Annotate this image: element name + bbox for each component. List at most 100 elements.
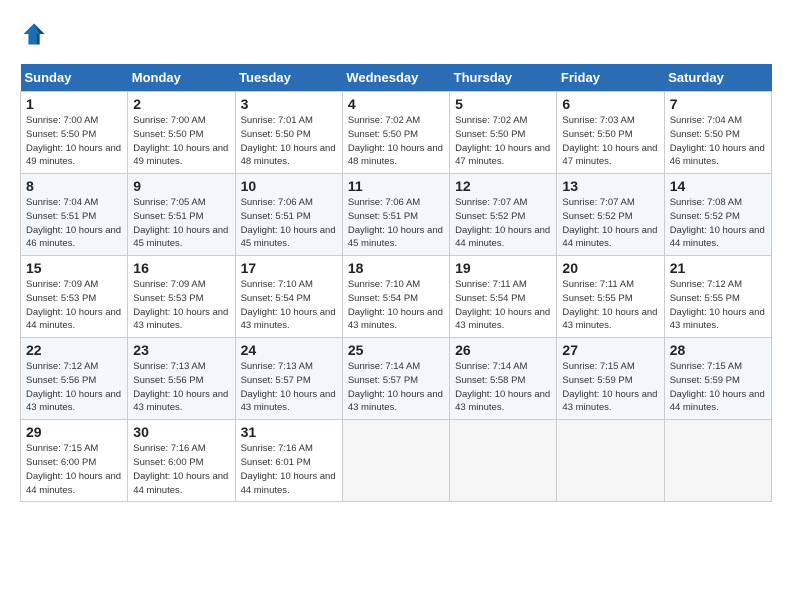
day-info: Sunrise: 7:04 AM Sunset: 5:51 PM Dayligh… — [26, 196, 122, 251]
table-row: 19 Sunrise: 7:11 AM Sunset: 5:54 PM Dayl… — [450, 256, 557, 338]
day-number: 2 — [133, 96, 229, 112]
day-info: Sunrise: 7:07 AM Sunset: 5:52 PM Dayligh… — [562, 196, 658, 251]
table-row: 26 Sunrise: 7:14 AM Sunset: 5:58 PM Dayl… — [450, 338, 557, 420]
table-row: 13 Sunrise: 7:07 AM Sunset: 5:52 PM Dayl… — [557, 174, 664, 256]
day-info: Sunrise: 7:06 AM Sunset: 5:51 PM Dayligh… — [241, 196, 337, 251]
table-row: 8 Sunrise: 7:04 AM Sunset: 5:51 PM Dayli… — [21, 174, 128, 256]
table-row: 14 Sunrise: 7:08 AM Sunset: 5:52 PM Dayl… — [664, 174, 771, 256]
table-row: 25 Sunrise: 7:14 AM Sunset: 5:57 PM Dayl… — [342, 338, 449, 420]
table-row: 4 Sunrise: 7:02 AM Sunset: 5:50 PM Dayli… — [342, 92, 449, 174]
day-number: 22 — [26, 342, 122, 358]
day-number: 15 — [26, 260, 122, 276]
table-row: 30 Sunrise: 7:16 AM Sunset: 6:00 PM Dayl… — [128, 420, 235, 502]
day-number: 10 — [241, 178, 337, 194]
day-info: Sunrise: 7:08 AM Sunset: 5:52 PM Dayligh… — [670, 196, 766, 251]
table-row: 22 Sunrise: 7:12 AM Sunset: 5:56 PM Dayl… — [21, 338, 128, 420]
header-wednesday: Wednesday — [342, 64, 449, 92]
table-row: 16 Sunrise: 7:09 AM Sunset: 5:53 PM Dayl… — [128, 256, 235, 338]
day-number: 14 — [670, 178, 766, 194]
day-info: Sunrise: 7:00 AM Sunset: 5:50 PM Dayligh… — [133, 114, 229, 169]
table-row — [342, 420, 449, 502]
day-info: Sunrise: 7:15 AM Sunset: 5:59 PM Dayligh… — [562, 360, 658, 415]
day-number: 7 — [670, 96, 766, 112]
day-number: 26 — [455, 342, 551, 358]
day-number: 30 — [133, 424, 229, 440]
table-row: 9 Sunrise: 7:05 AM Sunset: 5:51 PM Dayli… — [128, 174, 235, 256]
day-info: Sunrise: 7:15 AM Sunset: 6:00 PM Dayligh… — [26, 442, 122, 497]
day-info: Sunrise: 7:13 AM Sunset: 5:57 PM Dayligh… — [241, 360, 337, 415]
table-row: 31 Sunrise: 7:16 AM Sunset: 6:01 PM Dayl… — [235, 420, 342, 502]
day-info: Sunrise: 7:14 AM Sunset: 5:58 PM Dayligh… — [455, 360, 551, 415]
table-row: 20 Sunrise: 7:11 AM Sunset: 5:55 PM Dayl… — [557, 256, 664, 338]
day-number: 6 — [562, 96, 658, 112]
day-number: 5 — [455, 96, 551, 112]
header-friday: Friday — [557, 64, 664, 92]
table-row — [664, 420, 771, 502]
day-info: Sunrise: 7:12 AM Sunset: 5:55 PM Dayligh… — [670, 278, 766, 333]
page-header — [20, 20, 772, 48]
day-number: 24 — [241, 342, 337, 358]
day-number: 4 — [348, 96, 444, 112]
day-number: 28 — [670, 342, 766, 358]
day-info: Sunrise: 7:12 AM Sunset: 5:56 PM Dayligh… — [26, 360, 122, 415]
day-info: Sunrise: 7:15 AM Sunset: 5:59 PM Dayligh… — [670, 360, 766, 415]
day-info: Sunrise: 7:02 AM Sunset: 5:50 PM Dayligh… — [348, 114, 444, 169]
header-tuesday: Tuesday — [235, 64, 342, 92]
header-saturday: Saturday — [664, 64, 771, 92]
day-info: Sunrise: 7:10 AM Sunset: 5:54 PM Dayligh… — [241, 278, 337, 333]
day-info: Sunrise: 7:10 AM Sunset: 5:54 PM Dayligh… — [348, 278, 444, 333]
day-number: 21 — [670, 260, 766, 276]
day-number: 3 — [241, 96, 337, 112]
day-info: Sunrise: 7:14 AM Sunset: 5:57 PM Dayligh… — [348, 360, 444, 415]
table-row: 10 Sunrise: 7:06 AM Sunset: 5:51 PM Dayl… — [235, 174, 342, 256]
day-info: Sunrise: 7:06 AM Sunset: 5:51 PM Dayligh… — [348, 196, 444, 251]
day-number: 23 — [133, 342, 229, 358]
day-number: 1 — [26, 96, 122, 112]
day-info: Sunrise: 7:09 AM Sunset: 5:53 PM Dayligh… — [26, 278, 122, 333]
day-number: 20 — [562, 260, 658, 276]
day-number: 9 — [133, 178, 229, 194]
header-sunday: Sunday — [21, 64, 128, 92]
day-info: Sunrise: 7:11 AM Sunset: 5:54 PM Dayligh… — [455, 278, 551, 333]
table-row: 7 Sunrise: 7:04 AM Sunset: 5:50 PM Dayli… — [664, 92, 771, 174]
table-row: 15 Sunrise: 7:09 AM Sunset: 5:53 PM Dayl… — [21, 256, 128, 338]
table-row: 27 Sunrise: 7:15 AM Sunset: 5:59 PM Dayl… — [557, 338, 664, 420]
day-number: 25 — [348, 342, 444, 358]
day-info: Sunrise: 7:04 AM Sunset: 5:50 PM Dayligh… — [670, 114, 766, 169]
table-row: 28 Sunrise: 7:15 AM Sunset: 5:59 PM Dayl… — [664, 338, 771, 420]
day-info: Sunrise: 7:02 AM Sunset: 5:50 PM Dayligh… — [455, 114, 551, 169]
day-info: Sunrise: 7:09 AM Sunset: 5:53 PM Dayligh… — [133, 278, 229, 333]
weekday-header-row: Sunday Monday Tuesday Wednesday Thursday… — [21, 64, 772, 92]
day-info: Sunrise: 7:16 AM Sunset: 6:01 PM Dayligh… — [241, 442, 337, 497]
table-row: 23 Sunrise: 7:13 AM Sunset: 5:56 PM Dayl… — [128, 338, 235, 420]
table-row: 21 Sunrise: 7:12 AM Sunset: 5:55 PM Dayl… — [664, 256, 771, 338]
day-number: 18 — [348, 260, 444, 276]
day-number: 16 — [133, 260, 229, 276]
table-row — [557, 420, 664, 502]
logo — [20, 20, 52, 48]
table-row: 2 Sunrise: 7:00 AM Sunset: 5:50 PM Dayli… — [128, 92, 235, 174]
table-row: 18 Sunrise: 7:10 AM Sunset: 5:54 PM Dayl… — [342, 256, 449, 338]
day-number: 11 — [348, 178, 444, 194]
day-info: Sunrise: 7:11 AM Sunset: 5:55 PM Dayligh… — [562, 278, 658, 333]
calendar-week-row: 29 Sunrise: 7:15 AM Sunset: 6:00 PM Dayl… — [21, 420, 772, 502]
day-number: 31 — [241, 424, 337, 440]
calendar-week-row: 15 Sunrise: 7:09 AM Sunset: 5:53 PM Dayl… — [21, 256, 772, 338]
header-thursday: Thursday — [450, 64, 557, 92]
table-row: 11 Sunrise: 7:06 AM Sunset: 5:51 PM Dayl… — [342, 174, 449, 256]
calendar-week-row: 22 Sunrise: 7:12 AM Sunset: 5:56 PM Dayl… — [21, 338, 772, 420]
day-info: Sunrise: 7:07 AM Sunset: 5:52 PM Dayligh… — [455, 196, 551, 251]
calendar-week-row: 8 Sunrise: 7:04 AM Sunset: 5:51 PM Dayli… — [21, 174, 772, 256]
table-row: 17 Sunrise: 7:10 AM Sunset: 5:54 PM Dayl… — [235, 256, 342, 338]
day-number: 17 — [241, 260, 337, 276]
table-row: 3 Sunrise: 7:01 AM Sunset: 5:50 PM Dayli… — [235, 92, 342, 174]
calendar-table: Sunday Monday Tuesday Wednesday Thursday… — [20, 64, 772, 502]
table-row: 24 Sunrise: 7:13 AM Sunset: 5:57 PM Dayl… — [235, 338, 342, 420]
calendar-week-row: 1 Sunrise: 7:00 AM Sunset: 5:50 PM Dayli… — [21, 92, 772, 174]
day-info: Sunrise: 7:16 AM Sunset: 6:00 PM Dayligh… — [133, 442, 229, 497]
table-row: 29 Sunrise: 7:15 AM Sunset: 6:00 PM Dayl… — [21, 420, 128, 502]
table-row: 12 Sunrise: 7:07 AM Sunset: 5:52 PM Dayl… — [450, 174, 557, 256]
logo-icon — [20, 20, 48, 48]
day-number: 27 — [562, 342, 658, 358]
table-row: 5 Sunrise: 7:02 AM Sunset: 5:50 PM Dayli… — [450, 92, 557, 174]
